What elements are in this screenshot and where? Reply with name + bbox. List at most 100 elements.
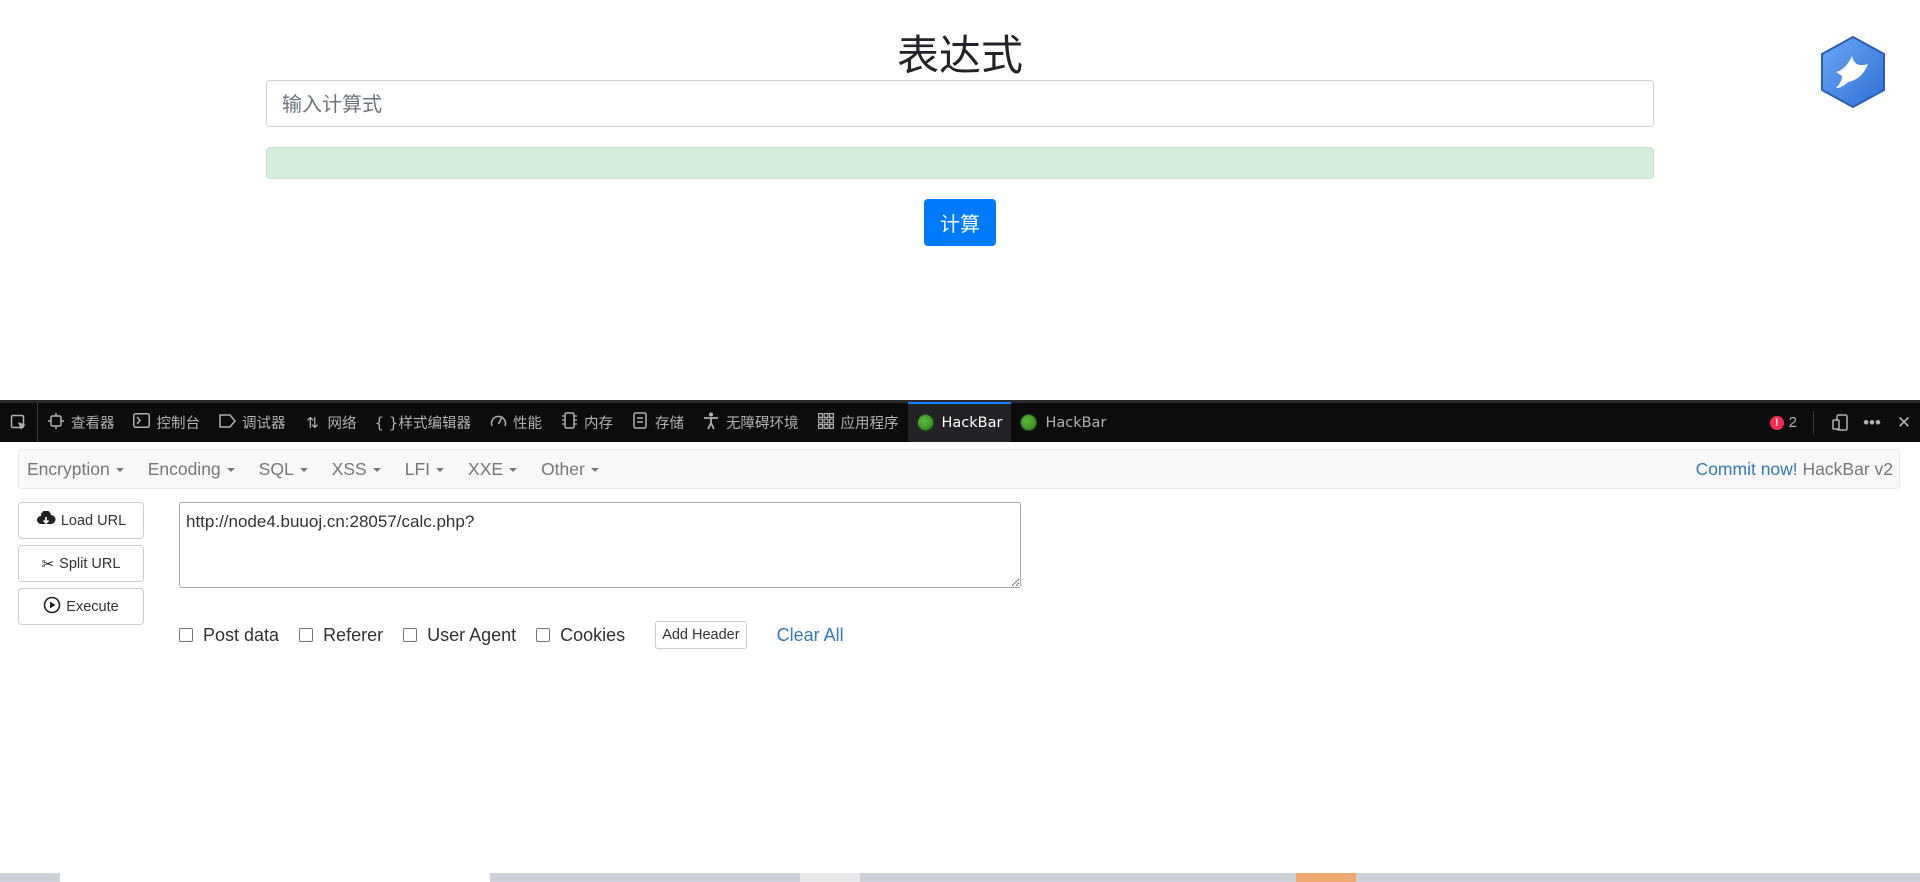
execute-label: Execute: [66, 598, 119, 615]
menu-label: LFI: [404, 458, 431, 479]
menu-xxe[interactable]: XXE: [460, 459, 525, 480]
split-url-button[interactable]: ✂ Split URL: [18, 545, 144, 582]
checkbox-box[interactable]: [179, 628, 193, 642]
cookies-checkbox[interactable]: Cookies: [536, 625, 625, 646]
execute-button[interactable]: Execute: [18, 588, 144, 625]
tab-hackbar-active[interactable]: HackBar: [907, 402, 1012, 442]
tab-label: 内存: [584, 416, 613, 432]
menu-other[interactable]: Other: [533, 459, 607, 480]
commit-now-link[interactable]: Commit now!: [1696, 459, 1798, 479]
error-count-badge[interactable]: ! 2: [1769, 414, 1797, 431]
tab-storage[interactable]: 存储: [622, 403, 693, 442]
tab-label: 性能: [513, 416, 542, 432]
expression-input[interactable]: [266, 80, 1654, 127]
responsive-design-icon[interactable]: [1824, 403, 1856, 442]
checkbox-box[interactable]: [299, 628, 314, 642]
add-header-button[interactable]: Add Header: [655, 621, 747, 649]
tab-style-editor[interactable]: { } 样式编辑器: [366, 403, 481, 442]
tab-network[interactable]: ⇅ 网络: [295, 403, 366, 442]
devtools-tabbar: 查看器 控制台 调试器 ⇅ 网络 { } 样式编辑器 性能 内存 存储 无障碍环…: [0, 402, 1920, 442]
element-picker-icon[interactable]: [0, 403, 38, 442]
tab-inspector[interactable]: 查看器: [38, 403, 124, 442]
option-label: Referer: [323, 624, 384, 645]
tab-label: HackBar: [941, 414, 1003, 431]
tab-debugger[interactable]: 调试器: [209, 403, 295, 442]
hackbar-brand: Commit now! HackBar v2: [1696, 459, 1893, 480]
tab-application[interactable]: 应用程序: [808, 403, 908, 442]
checkbox-box[interactable]: [536, 628, 551, 642]
more-options-icon[interactable]: •••: [1856, 403, 1888, 442]
memory-icon: [560, 412, 578, 433]
caret-down-icon: [372, 467, 381, 472]
extension-bird-logo-icon[interactable]: [1818, 34, 1888, 110]
tab-label: 样式编辑器: [398, 416, 472, 432]
load-url-label: Load URL: [60, 512, 127, 529]
storage-icon: [631, 412, 649, 433]
caret-down-icon: [590, 467, 599, 472]
caret-down-icon: [436, 467, 445, 472]
calculate-button[interactable]: 计算: [924, 199, 996, 246]
request-options: Post data Referer User Agent Cookies Add…: [179, 621, 844, 649]
tab-accessibility[interactable]: 无障碍环境: [693, 403, 808, 442]
application-icon: [817, 412, 835, 433]
debugger-icon: [218, 413, 236, 432]
performance-icon: [489, 413, 507, 432]
menu-label: XSS: [331, 458, 367, 479]
menu-xss[interactable]: XSS: [324, 459, 389, 480]
taskbar-item[interactable]: [1296, 873, 1356, 882]
caret-down-icon: [226, 467, 235, 472]
option-label: User Agent: [427, 624, 517, 645]
caret-down-icon: [509, 467, 518, 472]
menu-sql[interactable]: SQL: [251, 459, 316, 480]
user-agent-checkbox[interactable]: User Agent: [403, 625, 516, 646]
inspector-icon: [47, 412, 65, 433]
devtools-panel: 查看器 控制台 调试器 ⇅ 网络 { } 样式编辑器 性能 内存 存储 无障碍环…: [0, 400, 1920, 873]
menu-lfi[interactable]: LFI: [397, 459, 452, 480]
console-icon: [133, 413, 151, 432]
devtools-toolbar-right: ! 2 ••• ✕: [1769, 403, 1920, 442]
menu-encryption[interactable]: Encryption: [19, 459, 132, 480]
caret-down-icon: [115, 467, 124, 472]
menu-label: SQL: [258, 458, 294, 479]
post-data-checkbox[interactable]: Post data: [179, 625, 279, 646]
split-url-label: Split URL: [59, 555, 121, 572]
hackbar-menubar: Encryption Encoding SQL XSS LFI XXE Othe…: [18, 449, 1900, 489]
hackbar-icon: [1020, 414, 1038, 431]
tab-label: HackBar: [1045, 414, 1107, 431]
error-count: 2: [1788, 414, 1797, 431]
menu-label: XXE: [468, 458, 504, 479]
taskbar-item[interactable]: [800, 873, 860, 882]
network-icon: ⇅: [306, 413, 319, 432]
play-circle-icon: [43, 596, 61, 618]
tab-hackbar[interactable]: HackBar: [1011, 403, 1115, 442]
option-label: Cookies: [560, 624, 626, 645]
close-icon[interactable]: ✕: [1888, 403, 1920, 442]
menu-label: Encoding: [147, 458, 221, 479]
page-title: 表达式: [896, 31, 1023, 80]
tab-performance[interactable]: 性能: [480, 403, 551, 442]
tab-label: 无障碍环境: [726, 416, 799, 432]
tab-label: 调试器: [242, 416, 286, 432]
scissors-icon: ✂: [41, 555, 55, 573]
error-icon: !: [1769, 415, 1784, 430]
divider: [1813, 410, 1814, 435]
cloud-download-icon: [36, 509, 56, 531]
menu-label: Other: [541, 458, 585, 479]
tab-console[interactable]: 控制台: [124, 403, 210, 442]
checkbox-box[interactable]: [403, 628, 418, 642]
tab-label: 应用程序: [840, 416, 899, 432]
option-label: Post data: [203, 624, 280, 645]
menu-encoding[interactable]: Encoding: [140, 459, 243, 480]
clear-all-link[interactable]: Clear All: [777, 625, 844, 646]
style-editor-icon: { }: [374, 413, 399, 432]
tab-memory[interactable]: 内存: [551, 403, 622, 442]
menu-label: Encryption: [27, 458, 110, 479]
accessibility-icon: [702, 412, 720, 434]
web-page: 表达式 计算: [0, 0, 1920, 400]
taskbar-item[interactable]: [60, 873, 490, 882]
url-textarea[interactable]: http://node4.buuoj.cn:28057/calc.php?: [179, 502, 1021, 588]
hackbar-version: HackBar v2: [1802, 458, 1893, 479]
referer-checkbox[interactable]: Referer: [299, 625, 383, 646]
load-url-button[interactable]: Load URL: [18, 502, 144, 539]
tab-label: 网络: [327, 416, 357, 432]
